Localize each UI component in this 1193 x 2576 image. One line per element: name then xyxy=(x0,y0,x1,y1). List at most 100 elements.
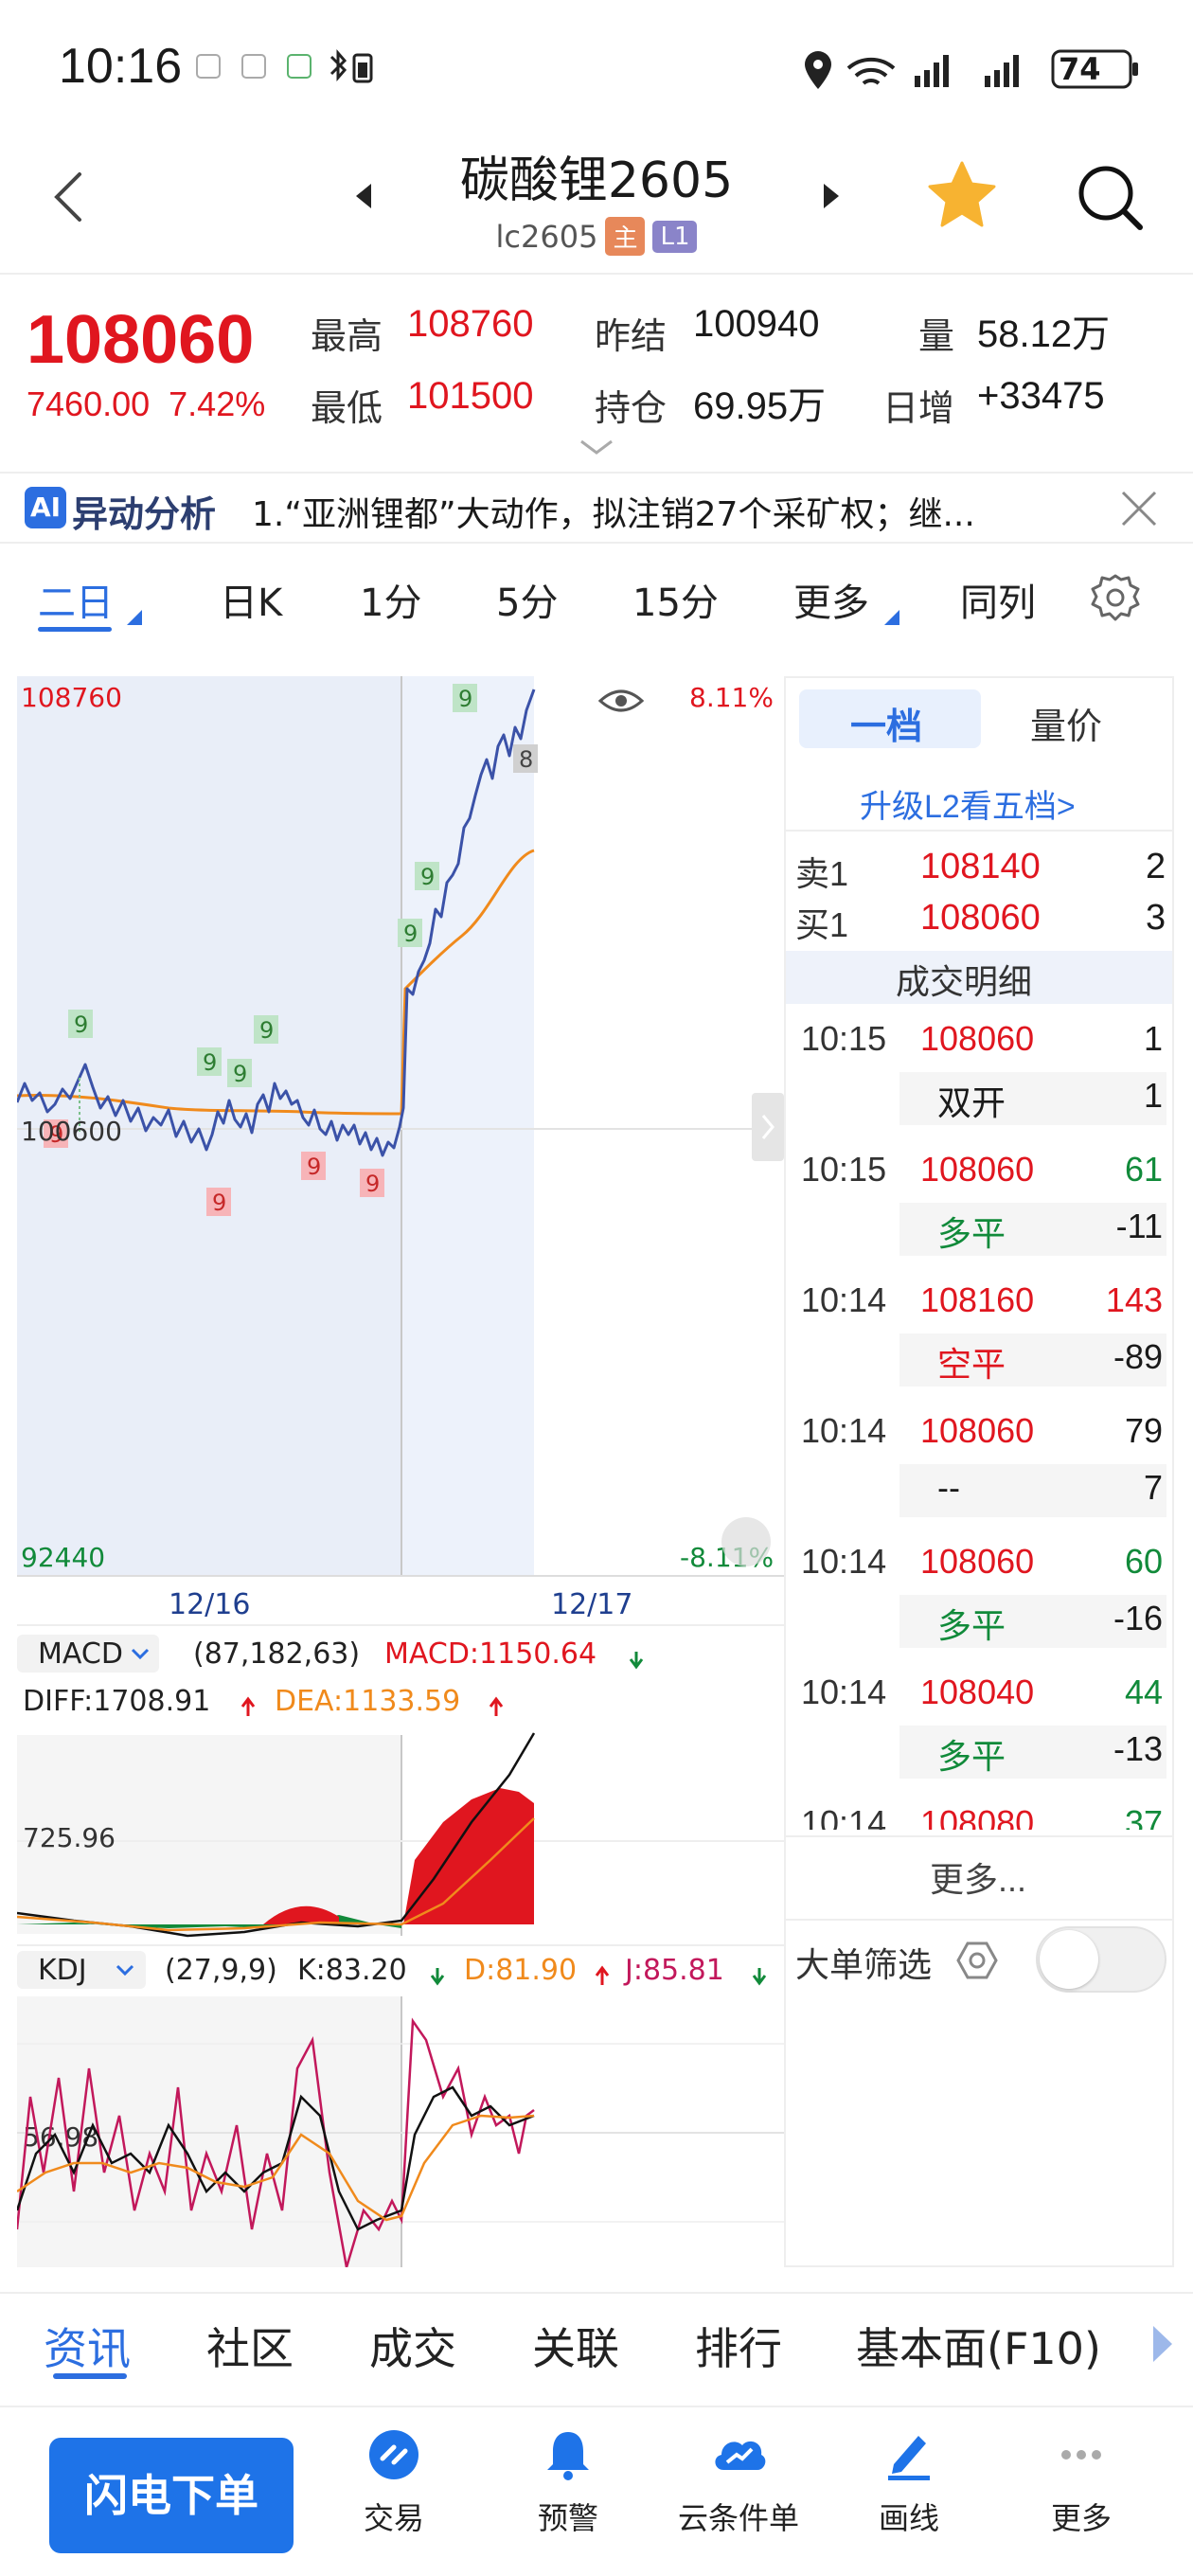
contract-code: lc2605 xyxy=(495,218,598,255)
trade-qty: 61 xyxy=(1124,1150,1163,1189)
upgrade-l2-link[interactable]: 升级L2看五档> xyxy=(860,780,1076,827)
favorite-star-icon[interactable] xyxy=(926,159,998,231)
trade-type: -- xyxy=(937,1468,960,1507)
tab-volume-price[interactable]: 量价 xyxy=(1030,697,1102,749)
trade-qty: 60 xyxy=(1124,1542,1163,1581)
price-change: 7460.00 7.42% xyxy=(27,385,265,424)
tab-trades[interactable]: 成交 xyxy=(369,2315,456,2377)
nav-more[interactable]: 更多 xyxy=(1006,2426,1157,2538)
next-contract-icon[interactable] xyxy=(820,182,843,210)
trade-price: 108060 xyxy=(920,1542,1035,1581)
settings-gear-icon[interactable] xyxy=(1089,572,1142,625)
trade-row: 10:15 108060 61 多平 -11 xyxy=(786,1142,1172,1265)
td-marker-label: 9 xyxy=(458,686,472,712)
td-marker-label: 9 xyxy=(259,1017,274,1044)
float-button[interactable] xyxy=(721,1517,771,1566)
ask1-price: 108140 xyxy=(920,847,1041,886)
trade-type: 多平 xyxy=(937,1214,1006,1253)
trades-title: 成交明细 xyxy=(896,962,1033,1001)
tab-fundamentals[interactable]: 基本面(F10) xyxy=(856,2315,1101,2377)
kdj-k: K:83.20 xyxy=(297,1954,407,1987)
td-marker-label: 9 xyxy=(74,1011,88,1038)
ai-badge: AI xyxy=(25,487,66,528)
eye-icon[interactable] xyxy=(597,689,645,712)
volume-value: 58.12万 xyxy=(977,313,1111,355)
big-order-toggle[interactable] xyxy=(1036,1926,1166,1993)
open-interest-value: 69.95万 xyxy=(693,385,827,427)
trade-type: 多平 xyxy=(937,1606,1006,1645)
trade-time: 10:15 xyxy=(801,1150,887,1189)
bid1-label: 买1 xyxy=(795,905,849,944)
nav-alert[interactable]: 预警 xyxy=(492,2426,644,2538)
ask1-qty: 2 xyxy=(1146,847,1166,886)
tab-daily-k[interactable]: 日K xyxy=(220,572,282,627)
trade-icon xyxy=(369,2430,418,2479)
status-time: 10:16 xyxy=(59,39,183,94)
tab-more-dropdown-icon[interactable] xyxy=(882,608,901,627)
back-icon[interactable] xyxy=(47,169,89,225)
ai-analysis-text[interactable]: 1.“亚洲锂都”大动作，拟注销27个采矿权；继... xyxy=(252,487,1076,536)
trade-oi-change: -89 xyxy=(1113,1337,1163,1376)
tab-1min[interactable]: 1分 xyxy=(360,572,421,627)
tab-same-series[interactable]: 同列 xyxy=(960,572,1036,627)
order-book-panel: 一档 量价 升级L2看五档> 卖1 108140 2 买1 108060 3 成… xyxy=(784,676,1174,2267)
contract-code-line: lc2605 主 L1 xyxy=(496,217,698,256)
tab-community[interactable]: 社区 xyxy=(206,2315,294,2377)
trades-list[interactable]: 10:15 108060 1 双开 1 10:15 108060 61 多平 -11 10:14 10… xyxy=(786,1011,1172,1830)
bid1-price: 108060 xyxy=(920,898,1041,938)
date-label: 12/16 xyxy=(169,1588,250,1621)
kdj-name[interactable]: KDJ xyxy=(38,1954,87,1987)
status-bar: 10:16 74 xyxy=(0,0,1193,133)
trade-price: 108060 xyxy=(920,1150,1035,1189)
change-value: 7460.00 xyxy=(27,385,151,423)
tab-more[interactable]: 更多 xyxy=(793,572,869,627)
ask1-label: 卖1 xyxy=(795,854,849,893)
scroll-right-icon[interactable] xyxy=(1148,2322,1176,2366)
search-icon[interactable] xyxy=(1074,161,1146,233)
filter-settings-icon[interactable] xyxy=(954,1938,1000,1983)
nav-trade[interactable]: 交易 xyxy=(318,2426,470,2538)
trade-row: 10:1410808037多平-14 xyxy=(786,1796,1172,1830)
macd-name[interactable]: MACD xyxy=(38,1637,123,1671)
more-trades-link[interactable]: 更多... xyxy=(930,1852,1026,1902)
trade-price: 108080 xyxy=(920,1803,1035,1830)
tab-2day[interactable]: 二日 xyxy=(38,572,114,627)
flash-order-button[interactable]: 闪电下单 xyxy=(49,2438,294,2553)
tab-news[interactable]: 资讯 xyxy=(44,2315,131,2377)
bid1-qty: 3 xyxy=(1146,898,1166,938)
tab-5min[interactable]: 5分 xyxy=(496,572,558,627)
trade-time: 10:14 xyxy=(801,1803,887,1830)
low-value: 101500 xyxy=(407,375,534,417)
period-tabs: 二日 日K 1分 5分 15分 更多 同列 xyxy=(0,559,1193,653)
chart-canvas: 9 9 9 9 9 9 9 8 9 9 9 9 108760 100600 92… xyxy=(17,676,784,2267)
prev-settle-value: 100940 xyxy=(693,303,820,345)
tab-15min[interactable]: 15分 xyxy=(632,572,719,627)
trade-type: 多平 xyxy=(937,1737,1006,1776)
kdj-j: J:85.81 xyxy=(623,1954,724,1987)
nav-cloud-order[interactable]: 云条件单 xyxy=(663,2426,814,2538)
more-dots-icon xyxy=(1061,2450,1101,2460)
tab-ranking[interactable]: 排行 xyxy=(695,2315,782,2377)
info-tabs: 资讯 社区 成交 关联 排行 基本面(F10) xyxy=(0,2292,1193,2396)
tab-level1[interactable]: 一档 xyxy=(850,697,922,749)
trade-time: 10:14 xyxy=(801,1411,887,1450)
intraday-chart[interactable]: 9 9 9 9 9 9 9 8 9 9 9 9 108760 100600 92… xyxy=(17,676,784,2267)
date-label: 12/17 xyxy=(551,1588,632,1621)
close-icon[interactable] xyxy=(1117,487,1161,530)
expand-quote-icon[interactable] xyxy=(578,438,615,458)
ai-analysis-bar[interactable]: AI 异动分析 1.“亚洲锂都”大动作，拟注销27个采矿权；继... xyxy=(0,472,1193,544)
quote-panel: 108060 7460.00 7.42% 最高 108760 最低 101500… xyxy=(0,273,1193,472)
pencil-icon xyxy=(888,2436,930,2480)
trade-price: 108060 xyxy=(920,1019,1035,1058)
td-marker-label: 9 xyxy=(233,1061,247,1087)
open-interest-label: 持仓 xyxy=(595,387,668,429)
tab-related[interactable]: 关联 xyxy=(532,2315,619,2377)
td-marker-label: 9 xyxy=(212,1190,226,1216)
nav-draw[interactable]: 画线 xyxy=(833,2426,985,2538)
collapse-handle[interactable] xyxy=(752,1093,784,1161)
bell-icon xyxy=(547,2432,589,2480)
tab-2day-dropdown-icon[interactable] xyxy=(125,608,144,627)
macd-level-label: 725.96 xyxy=(23,1822,116,1853)
trade-row: 10:15 108060 1 双开 1 xyxy=(786,1011,1172,1135)
prev-settle-label: 昨结 xyxy=(595,315,668,357)
